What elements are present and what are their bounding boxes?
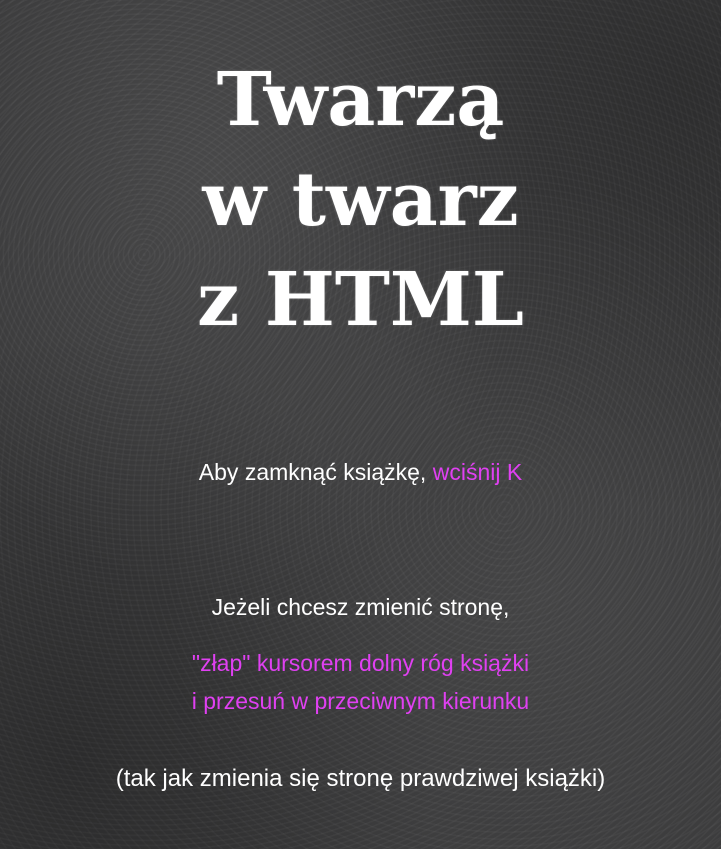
- title-line-3: z HTML: [197, 257, 524, 343]
- close-hint-key: wciśnij K: [432, 459, 523, 485]
- real-book-note: (tak jak zmienia się stronę prawdziwej k…: [115, 765, 606, 792]
- title-line-1: Twarzą: [216, 57, 505, 143]
- grab-corner-hint-line-2: i przesuń w przeciwnym kierunku: [191, 688, 530, 714]
- book-title: Twarzą w twarz z HTML: [0, 50, 721, 350]
- title-line-2: w twarz: [202, 157, 519, 243]
- close-book-hint: Aby zamknąć książkę, wciśnij K: [0, 457, 721, 487]
- chalkboard-cover: Twarzą w twarz z HTML Aby zamknąć książk…: [0, 0, 721, 849]
- grab-corner-hint-line-1: "złap" kursorem dolny róg książki: [191, 650, 530, 676]
- change-page-hint: Jeżeli chcesz zmienić stronę,: [211, 594, 510, 620]
- close-hint-prefix: Aby zamknąć książkę,: [198, 459, 427, 485]
